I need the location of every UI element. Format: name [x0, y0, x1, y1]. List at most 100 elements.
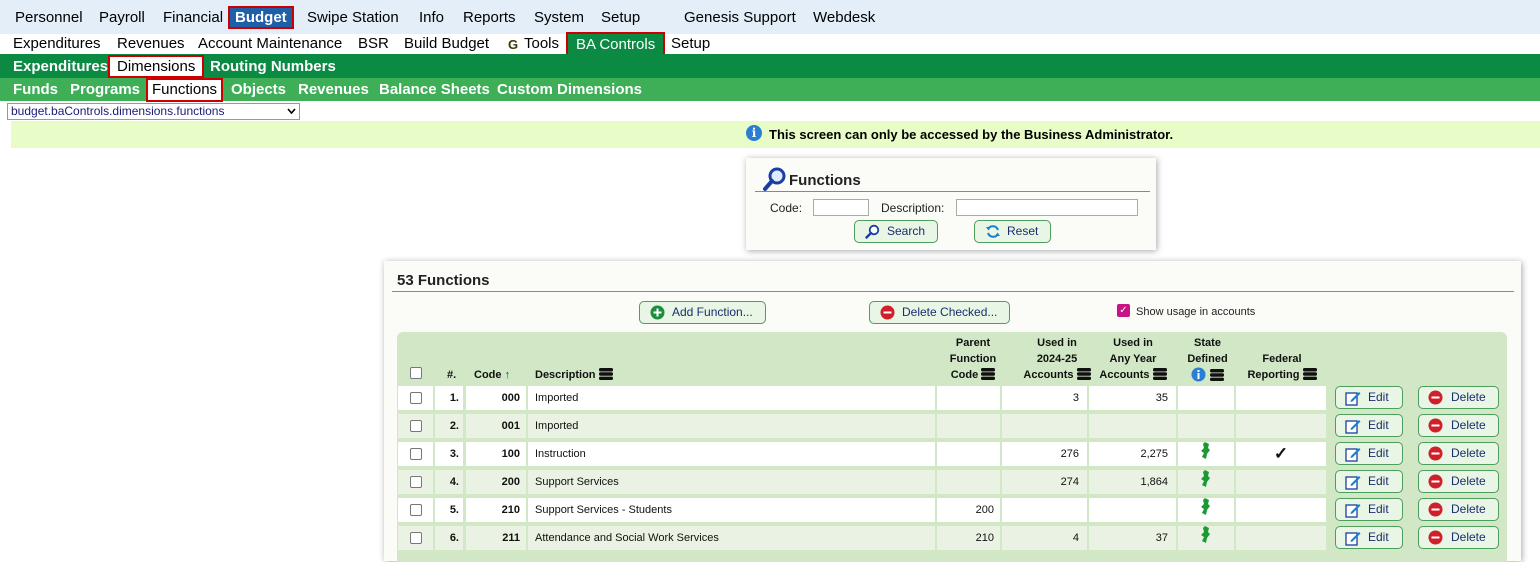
header-used-any-line3: Accounts	[1099, 369, 1150, 381]
delete-icon	[1428, 530, 1443, 545]
top-menu-bar: Personnel Payroll Financial Budget Swipe…	[0, 0, 1540, 34]
delete-button[interactable]: Delete	[1418, 386, 1499, 409]
tab-programs[interactable]: Programs	[70, 81, 140, 99]
nj-state-icon	[1201, 498, 1210, 515]
header-used-any-line2: Any Year	[1109, 353, 1157, 365]
row-checkbox[interactable]	[410, 476, 422, 488]
screen-path-value: budget.baControls.dimensions.functions	[11, 104, 225, 118]
cell-num: 1.	[435, 386, 463, 410]
menu-personnel[interactable]: Personnel	[15, 9, 83, 27]
delete-button[interactable]: Delete	[1418, 414, 1499, 437]
select-all-checkbox[interactable]	[410, 367, 422, 379]
submenu-revenues[interactable]: Revenues	[117, 35, 185, 53]
screen-path-select[interactable]: budget.baControls.dimensions.functions	[7, 103, 300, 120]
menu-reports[interactable]: Reports	[463, 9, 516, 27]
nj-state-icon	[1201, 470, 1210, 487]
cell-code: 200	[466, 470, 526, 494]
delete-button[interactable]: Delete	[1418, 442, 1499, 465]
menu-budget[interactable]: Budget	[228, 6, 294, 29]
submenu-build-budget[interactable]: Build Budget	[404, 35, 489, 53]
tab-dimensions[interactable]: Dimensions	[108, 55, 205, 78]
delete-button[interactable]: Delete	[1418, 470, 1499, 493]
row-checkbox[interactable]	[410, 504, 422, 516]
cell-num: 5.	[435, 498, 463, 522]
cell-code: 211	[466, 526, 526, 550]
tab-custom-dimensions[interactable]: Custom Dimensions	[497, 81, 642, 99]
submenu-bsr[interactable]: BSR	[358, 35, 389, 53]
menu-genesis-support[interactable]: Genesis Support	[684, 9, 796, 27]
delete-button[interactable]: Delete	[1418, 498, 1499, 521]
search-button[interactable]: Search	[854, 220, 938, 243]
edit-label: Edit	[1368, 474, 1389, 488]
tab-functions[interactable]: Functions	[146, 78, 224, 102]
header-used-any-year[interactable]: Used in Any Year Accounts	[1097, 335, 1169, 383]
header-parent-function-code[interactable]: Parent Function Code	[942, 335, 1004, 383]
delete-label: Delete	[1451, 502, 1486, 516]
menu-payroll[interactable]: Payroll	[99, 9, 145, 27]
submenu-expenditures[interactable]: Expenditures	[13, 35, 101, 53]
menu-financial[interactable]: Financial	[163, 9, 223, 27]
cell-description: Attendance and Social Work Services	[528, 526, 935, 550]
header-used-in-year[interactable]: Used in 2024-25 Accounts	[1022, 335, 1092, 383]
edit-button[interactable]: Edit	[1335, 470, 1403, 493]
tab-objects[interactable]: Objects	[231, 81, 286, 99]
row-checkbox-cell	[398, 386, 433, 410]
submenu-account-maintenance[interactable]: Account Maintenance	[198, 35, 342, 53]
edit-button[interactable]: Edit	[1335, 498, 1403, 521]
refresh-icon	[985, 224, 1001, 246]
cell-used-year	[1002, 414, 1087, 438]
tab-revenues[interactable]: Revenues	[298, 81, 369, 99]
info-icon	[1191, 367, 1206, 382]
description-input[interactable]	[956, 199, 1138, 216]
tab-expenditures[interactable]: Expenditures	[13, 58, 108, 76]
menu-setup[interactable]: Setup	[601, 9, 640, 27]
row-checkbox[interactable]	[410, 532, 422, 544]
cell-description: Support Services	[528, 470, 935, 494]
reset-button[interactable]: Reset	[974, 220, 1051, 243]
tab-routing-numbers[interactable]: Routing Numbers	[210, 58, 336, 76]
row-checkbox[interactable]	[410, 420, 422, 432]
menu-system[interactable]: System	[534, 9, 584, 27]
menu-info[interactable]: Info	[419, 9, 444, 27]
code-label: Code:	[770, 201, 803, 215]
row-checkbox[interactable]	[410, 392, 422, 404]
add-function-button[interactable]: Add Function...	[639, 301, 766, 324]
edit-button[interactable]: Edit	[1335, 386, 1403, 409]
edit-button[interactable]: Edit	[1335, 442, 1403, 465]
tab-balance-sheets[interactable]: Balance Sheets	[379, 81, 490, 99]
row-checkbox-cell	[398, 470, 433, 494]
federal-reporting-cell	[1236, 386, 1326, 410]
edit-button[interactable]: Edit	[1335, 414, 1403, 437]
row-checkbox[interactable]	[410, 448, 422, 460]
menu-swipe-station[interactable]: Swipe Station	[307, 9, 399, 27]
delete-button[interactable]: Delete	[1418, 526, 1499, 549]
header-used-any-line1: Used in	[1113, 337, 1153, 349]
show-usage-checkbox[interactable]: ✓	[1117, 304, 1130, 317]
header-code[interactable]: Code ↑	[474, 367, 510, 383]
stack-icon	[1302, 368, 1317, 380]
code-input[interactable]	[813, 199, 869, 216]
sort-arrow-icon: ↑	[504, 369, 511, 381]
edit-label: Edit	[1368, 530, 1389, 544]
header-parent-line3: Code	[950, 369, 979, 381]
cell-code: 100	[466, 442, 526, 466]
header-federal-reporting[interactable]: Federal Reporting	[1240, 351, 1324, 383]
tools-icon: G	[508, 37, 519, 52]
header-federal-line2: Reporting	[1247, 369, 1300, 381]
show-usage-label: Show usage in accounts	[1136, 306, 1256, 318]
edit-button[interactable]: Edit	[1335, 526, 1403, 549]
cell-parent: 200	[937, 498, 1000, 522]
submenu-tools[interactable]: Tools	[524, 35, 559, 53]
header-description[interactable]: Description	[535, 367, 613, 383]
cell-code: 210	[466, 498, 526, 522]
delete-checked-button[interactable]: Delete Checked...	[869, 301, 1010, 324]
delete-label: Delete	[1451, 446, 1486, 460]
cell-used-any: 35	[1089, 386, 1176, 410]
cell-description: Imported	[528, 386, 935, 410]
header-state-defined[interactable]: State Defined	[1180, 335, 1235, 384]
tab-funds[interactable]: Funds	[13, 81, 58, 99]
cell-parent	[937, 414, 1000, 438]
submenu-setup[interactable]: Setup	[671, 35, 710, 53]
header-number: #.	[447, 369, 457, 381]
menu-webdesk[interactable]: Webdesk	[813, 9, 875, 27]
